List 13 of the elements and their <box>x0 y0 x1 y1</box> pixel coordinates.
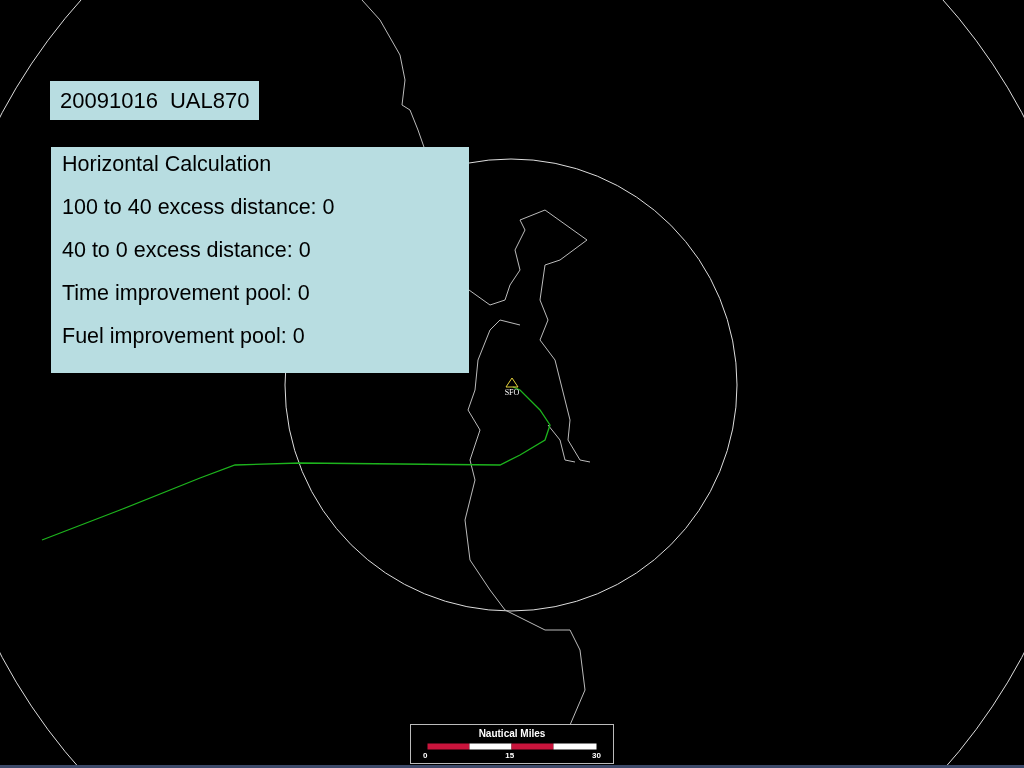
flight-date: 20091016 <box>60 88 158 114</box>
calculation-line: 40 to 0 excess distance: 0 <box>62 239 312 261</box>
scale-title: Nautical Miles <box>478 728 546 740</box>
panel-title: Horizontal Calculation <box>62 153 273 175</box>
calculation-line: Fuel improvement pool: 0 <box>62 325 306 347</box>
airport-code: SFO <box>504 388 520 397</box>
scale-tick-label: 30 <box>592 751 601 761</box>
scale-tick-label: 0 <box>423 751 428 761</box>
airport-icon <box>505 377 519 388</box>
flight-id: UAL870 <box>169 88 250 114</box>
scale-tick-label: 15 <box>505 751 515 761</box>
calculation-line: Time improvement pool: 0 <box>62 282 311 304</box>
calculation-line: 100 to 40 excess distance: 0 <box>62 196 336 218</box>
